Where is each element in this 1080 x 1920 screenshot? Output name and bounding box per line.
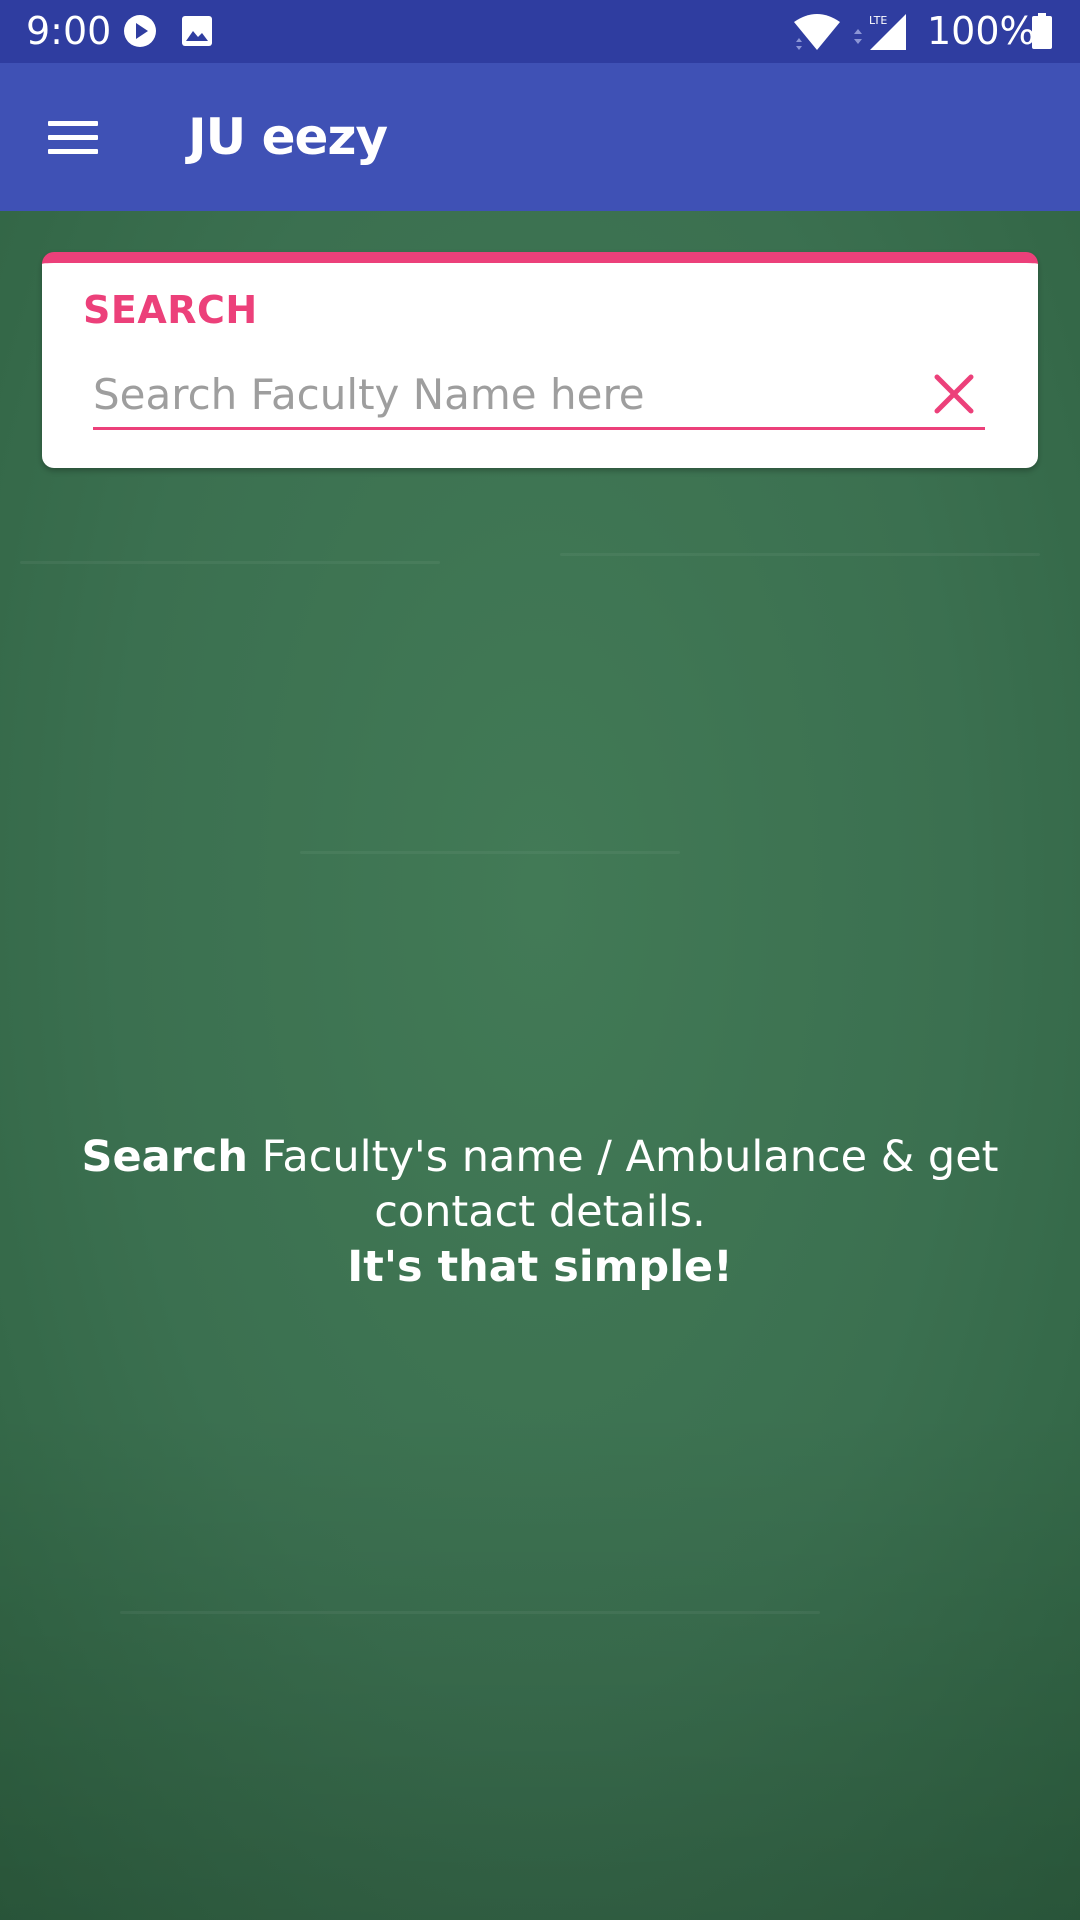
search-card: SEARCH [42, 252, 1038, 468]
search-field [93, 363, 985, 430]
close-icon [934, 374, 974, 414]
chalk-streak [120, 1611, 820, 1614]
chalk-streak [300, 851, 680, 854]
search-heading: SEARCH [83, 288, 258, 332]
menu-button[interactable] [40, 103, 104, 167]
hamburger-icon-bar-top [48, 121, 98, 126]
status-bar: 9:00 LTE 100% [0, 0, 1080, 63]
chalk-streak [20, 561, 440, 564]
battery-percent: 100% [927, 9, 1036, 53]
app-bar: JU eezy [0, 63, 1080, 211]
hint-text: Search Faculty's name / Ambulance & get … [60, 1130, 1020, 1295]
hamburger-icon-bar-bottom [48, 149, 98, 154]
search-input[interactable] [93, 363, 893, 425]
hamburger-icon-bar-middle [48, 135, 98, 140]
signal-icon: LTE [852, 12, 908, 52]
chalk-streak [560, 553, 1040, 556]
status-time: 9:00 [26, 9, 112, 53]
battery-icon [1032, 13, 1052, 49]
hint-bold-lead: Search [81, 1132, 248, 1182]
clear-button[interactable] [929, 369, 979, 419]
hint-tagline: It's that simple! [347, 1242, 733, 1292]
play-icon [123, 14, 157, 48]
network-type-label: LTE [869, 14, 887, 27]
app-title: JU eezy [188, 108, 388, 166]
image-icon [181, 15, 213, 47]
hint-line: Faculty's name / Ambulance & get contact… [247, 1132, 999, 1237]
wifi-icon [792, 12, 842, 52]
screen: 9:00 LTE 100% JU eezy SEARCH Search Facu… [0, 0, 1080, 1920]
